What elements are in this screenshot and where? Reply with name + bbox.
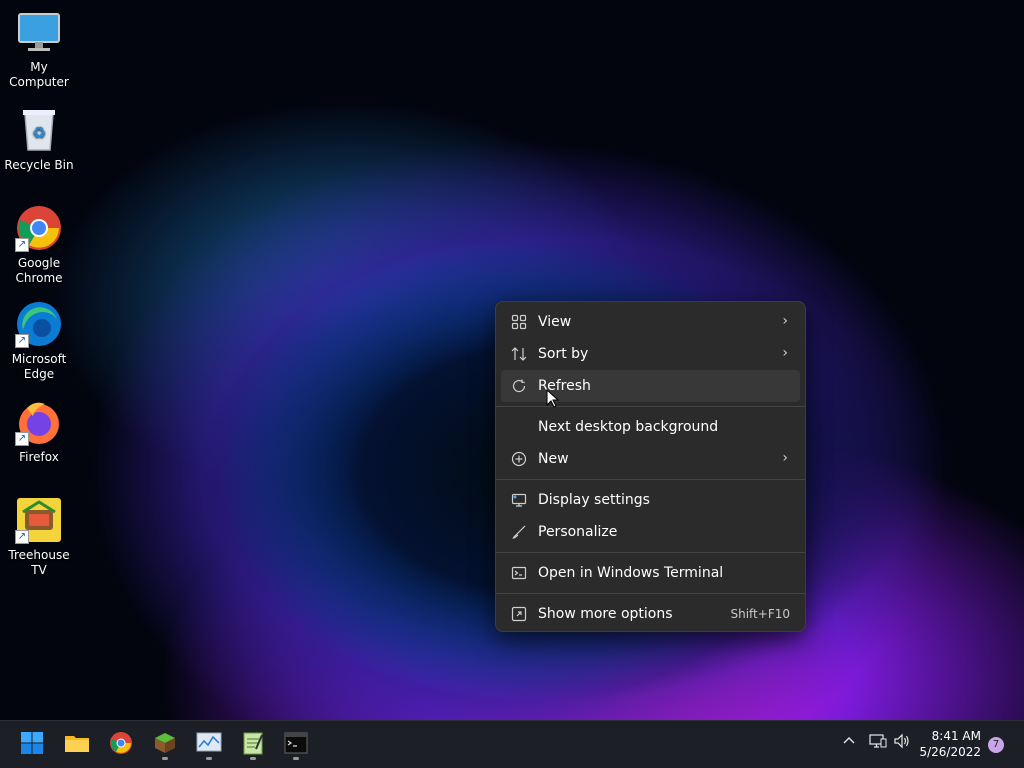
treehouse-tv-icon: ↗ (15, 496, 63, 544)
taskbar-minecraft[interactable] (147, 729, 183, 761)
grid-icon (511, 314, 527, 330)
plus-circle-icon (511, 451, 527, 467)
menu-separator (496, 593, 805, 594)
notepad-icon (242, 731, 264, 759)
taskbar-resource-monitor[interactable] (191, 729, 227, 761)
shortcut-arrow-icon: ↗ (15, 530, 29, 544)
volume-icon[interactable] (893, 733, 911, 753)
edge-icon: ↗ (15, 300, 63, 348)
shortcut-arrow-icon: ↗ (15, 432, 29, 446)
clock-time: 8:41 AM (931, 729, 981, 743)
recycle-bin-icon: ♻ (15, 106, 63, 154)
sort-icon (511, 346, 527, 362)
terminal-icon (284, 732, 308, 758)
menu-item-next-desktop-background[interactable]: Next desktop background (501, 411, 800, 443)
keyboard-shortcut: Shift+F10 (730, 607, 790, 621)
menu-item-show-more-options[interactable]: Show more options Shift+F10 (501, 598, 800, 630)
desktop-icon-label: Recycle Bin (4, 158, 74, 172)
menu-item-view[interactable]: View › (501, 306, 800, 338)
start-icon (20, 731, 44, 759)
notification-badge[interactable]: 7 (988, 737, 1004, 753)
clock-date: 5/26/2022 (919, 745, 981, 759)
desktop-icon-my-computer[interactable]: My Computer (0, 8, 78, 90)
menu-item-sort-by[interactable]: Sort by › (501, 338, 800, 370)
menu-item-label: Open in Windows Terminal (538, 565, 724, 581)
taskbar-notepad[interactable] (235, 729, 271, 761)
menu-item-label: View (538, 314, 572, 330)
menu-separator (496, 552, 805, 553)
start-button[interactable] (14, 729, 50, 761)
brush-icon (511, 524, 527, 540)
file-explorer-icon (64, 732, 90, 758)
menu-item-personalize[interactable]: Personalize (501, 516, 800, 548)
desktop-icon-firefox[interactable]: ↗ Firefox (0, 398, 78, 465)
menu-item-label: Next desktop background (538, 419, 719, 435)
resource-monitor-icon (196, 732, 222, 758)
menu-item-label: Display settings (538, 492, 650, 508)
desktop-icon-treehouse-tv[interactable]: ↗ Treehouse TV (0, 496, 78, 578)
menu-item-label: Personalize (538, 524, 618, 540)
menu-separator (496, 406, 805, 407)
menu-separator (496, 479, 805, 480)
chrome-icon (109, 731, 133, 759)
desktop-context-menu: View › Sort by › Refresh Next desktop ba… (495, 301, 806, 632)
menu-item-new[interactable]: New › (501, 443, 800, 475)
network-icon[interactable] (869, 733, 887, 753)
mouse-cursor-icon (546, 388, 560, 413)
running-indicator (162, 757, 168, 760)
monitor-icon (15, 8, 63, 56)
menu-item-label: New (538, 451, 569, 467)
menu-item-display-settings[interactable]: Display settings (501, 484, 800, 516)
desktop-icon-label: My Computer (9, 60, 69, 89)
clock[interactable]: 8:41 AM 5/26/2022 (919, 728, 981, 760)
desktop-icon-recycle-bin[interactable]: ♻ Recycle Bin (0, 106, 78, 173)
taskbar: 8:41 AM 5/26/2022 7 (0, 720, 1024, 768)
running-indicator (250, 757, 256, 760)
taskbar-file-explorer[interactable] (59, 729, 95, 761)
menu-item-open-in-windows-terminal[interactable]: Open in Windows Terminal (501, 557, 800, 589)
chevron-right-icon: › (782, 450, 788, 466)
running-indicator (206, 757, 212, 760)
taskbar-terminal[interactable] (278, 729, 314, 761)
chevron-right-icon: › (782, 345, 788, 361)
firefox-icon: ↗ (15, 398, 63, 446)
terminal-icon (511, 565, 527, 581)
more-options-icon (511, 606, 527, 622)
menu-item-label: Show more options (538, 606, 673, 622)
display-icon (511, 492, 527, 508)
svg-text:♻: ♻ (32, 123, 46, 142)
running-indicator (293, 757, 299, 760)
menu-item-label: Sort by (538, 346, 589, 362)
show-hidden-icons-chevron-up-icon[interactable] (842, 733, 856, 751)
desktop-icon-microsoft-edge[interactable]: ↗ Microsoft Edge (0, 300, 78, 382)
refresh-icon (511, 378, 527, 394)
shortcut-arrow-icon: ↗ (15, 238, 29, 252)
desktop-icon-label: Microsoft Edge (11, 352, 67, 381)
desktop-icon-label: Google Chrome (15, 256, 63, 285)
shortcut-arrow-icon: ↗ (15, 334, 29, 348)
taskbar-chrome[interactable] (103, 729, 139, 761)
desktop-icon-google-chrome[interactable]: ↗ Google Chrome (0, 204, 78, 286)
desktop-icon-label: Firefox (19, 450, 59, 464)
minecraft-icon (153, 731, 177, 759)
desktop-icon-label: Treehouse TV (8, 548, 70, 577)
chrome-icon: ↗ (15, 204, 63, 252)
chevron-right-icon: › (782, 313, 788, 329)
